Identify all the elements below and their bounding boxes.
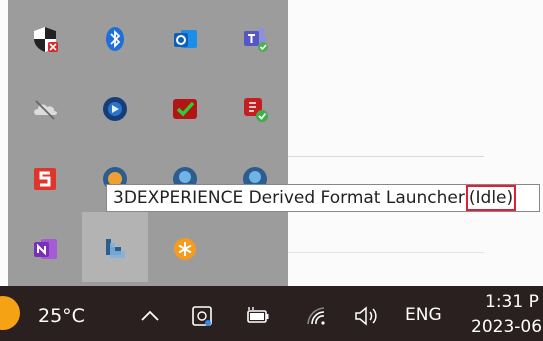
tray-onenote[interactable] <box>12 216 78 282</box>
tablet-app-icon <box>192 306 212 326</box>
tray-antivirus[interactable] <box>152 76 218 142</box>
background-divider <box>288 156 484 157</box>
solidworks-s-icon <box>34 168 56 190</box>
speaker-icon <box>355 306 377 326</box>
outlook-icon <box>174 30 197 48</box>
clock-date[interactable]: 2023-06 <box>471 317 542 337</box>
bluetooth-icon <box>106 27 124 51</box>
tray-windows-security[interactable] <box>12 6 78 72</box>
tray-pinned-app[interactable] <box>188 302 216 330</box>
onenote-icon <box>34 239 57 259</box>
tray-teams[interactable] <box>222 6 288 72</box>
onedrive-icon <box>34 100 57 120</box>
taskbar: 25°C ENG 1:31 P 2023-06 <box>0 286 543 341</box>
weather-sun-icon[interactable] <box>0 296 20 330</box>
tray-orange-app[interactable] <box>152 216 218 282</box>
battery-indicator[interactable] <box>243 303 273 329</box>
tray-onedrive[interactable] <box>12 76 78 142</box>
tray-sw-check[interactable] <box>222 76 288 142</box>
windows-security-icon <box>34 27 58 52</box>
orange-asterisk-icon <box>174 238 196 260</box>
antivirus-shield-icon <box>173 99 197 119</box>
wifi-indicator[interactable] <box>303 303 331 329</box>
language-indicator[interactable]: ENG <box>405 305 442 325</box>
app-sphere-icon <box>103 97 127 121</box>
clock-time[interactable]: 1:31 P <box>485 292 539 312</box>
battery-charging-icon <box>247 307 269 323</box>
volume-indicator[interactable] <box>352 303 380 329</box>
tooltip-app-name: 3DEXPERIENCE Derived Format Launcher <box>113 188 465 208</box>
teams-icon <box>244 28 268 52</box>
background-divider <box>288 252 484 253</box>
derived-format-launcher-icon <box>106 239 125 258</box>
tray-solidworks[interactable] <box>12 146 78 212</box>
tray-bluetooth[interactable] <box>82 6 148 72</box>
chevron-up-icon <box>141 310 159 321</box>
sw-check-icon <box>244 98 268 122</box>
tooltip-status-highlight: (Idle) <box>465 185 517 211</box>
tray-tooltip: 3DEXPERIENCE Derived Format Launcher (Id… <box>106 184 540 212</box>
tray-overflow-flyout <box>8 0 288 286</box>
tray-outlook[interactable] <box>152 6 218 72</box>
tray-derived-format-launcher[interactable] <box>82 212 148 282</box>
weather-temperature[interactable]: 25°C <box>38 305 85 327</box>
show-hidden-icons-button[interactable] <box>138 304 162 328</box>
tray-app-sphere[interactable] <box>82 76 148 142</box>
wifi-icon <box>307 307 325 325</box>
